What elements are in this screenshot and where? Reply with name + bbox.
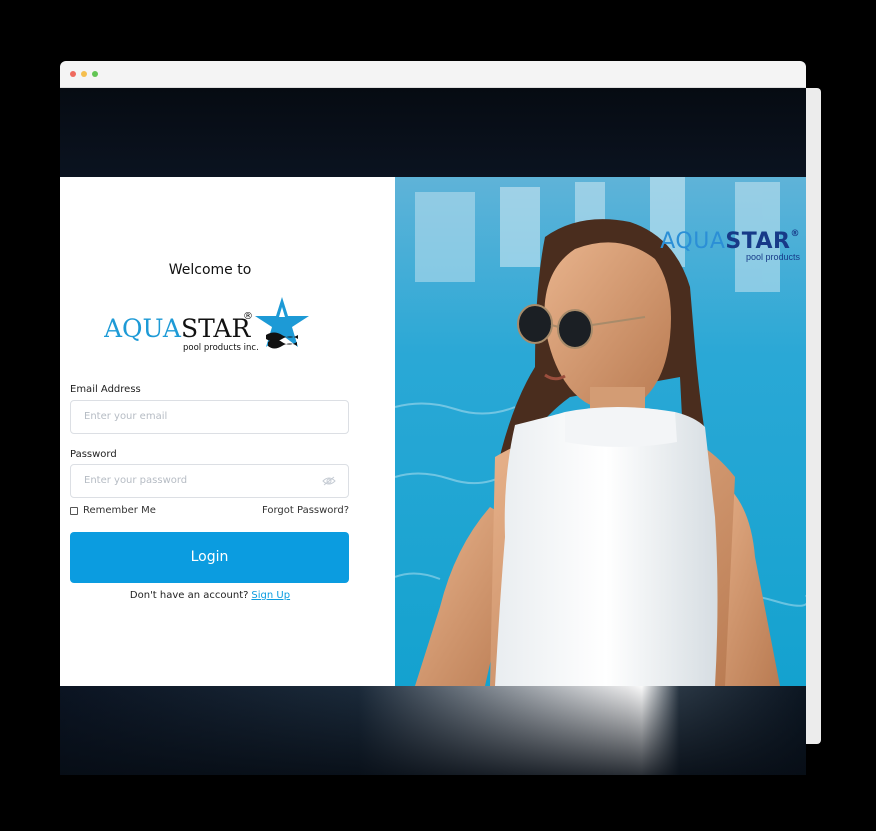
hero-photo: AQUASTAR® pool products <box>395 177 806 686</box>
hero-brand-part1: AQUA <box>660 229 726 254</box>
aquastar-logo: AQUA STAR ® pool products inc. <box>104 297 309 353</box>
hero-aquastar-logo: AQUASTAR® pool products <box>660 229 800 262</box>
logo-registered-mark: ® <box>243 311 253 322</box>
star-icon <box>255 297 309 349</box>
remember-me[interactable]: Remember Me <box>70 505 156 516</box>
white-swimsuit <box>495 412 718 686</box>
password-placeholder: Enter your password <box>84 475 188 486</box>
logo-brand-part2: STAR <box>181 314 251 343</box>
signup-link[interactable]: Sign Up <box>251 590 290 601</box>
password-label: Password <box>70 449 117 460</box>
maximize-dot-icon[interactable] <box>92 71 98 77</box>
logo-brand-part1: AQUA <box>104 314 182 343</box>
email-label: Email Address <box>70 384 141 395</box>
forgot-password-link[interactable]: Forgot Password? <box>262 505 349 516</box>
eye-off-icon[interactable] <box>322 476 336 486</box>
welcome-heading: Welcome to <box>168 262 252 278</box>
bottom-dark-banner <box>60 686 806 775</box>
hero-brand-part2: STAR <box>725 229 791 254</box>
signup-row: Don't have an account? Sign Up <box>60 590 360 601</box>
minimize-dot-icon[interactable] <box>81 71 87 77</box>
logo-subtitle: pool products inc. <box>183 343 259 353</box>
window-titlebar <box>60 61 806 88</box>
login-button[interactable]: Login <box>70 532 349 583</box>
signup-prompt: Don't have an account? <box>129 590 249 601</box>
email-field[interactable]: Enter your email <box>70 400 349 434</box>
password-field[interactable]: Enter your password <box>70 464 349 498</box>
turtleneck-collar <box>565 407 677 447</box>
browser-window: Welcome to AQUA STAR ® pool products inc… <box>60 61 806 775</box>
login-panel: Welcome to AQUA STAR ® pool products inc… <box>60 177 395 686</box>
hero-registered-mark: ® <box>790 229 800 239</box>
email-placeholder: Enter your email <box>84 411 168 422</box>
top-dark-banner <box>60 88 806 177</box>
close-dot-icon[interactable] <box>70 71 76 77</box>
remember-label: Remember Me <box>83 505 156 516</box>
remember-checkbox[interactable] <box>70 506 78 515</box>
